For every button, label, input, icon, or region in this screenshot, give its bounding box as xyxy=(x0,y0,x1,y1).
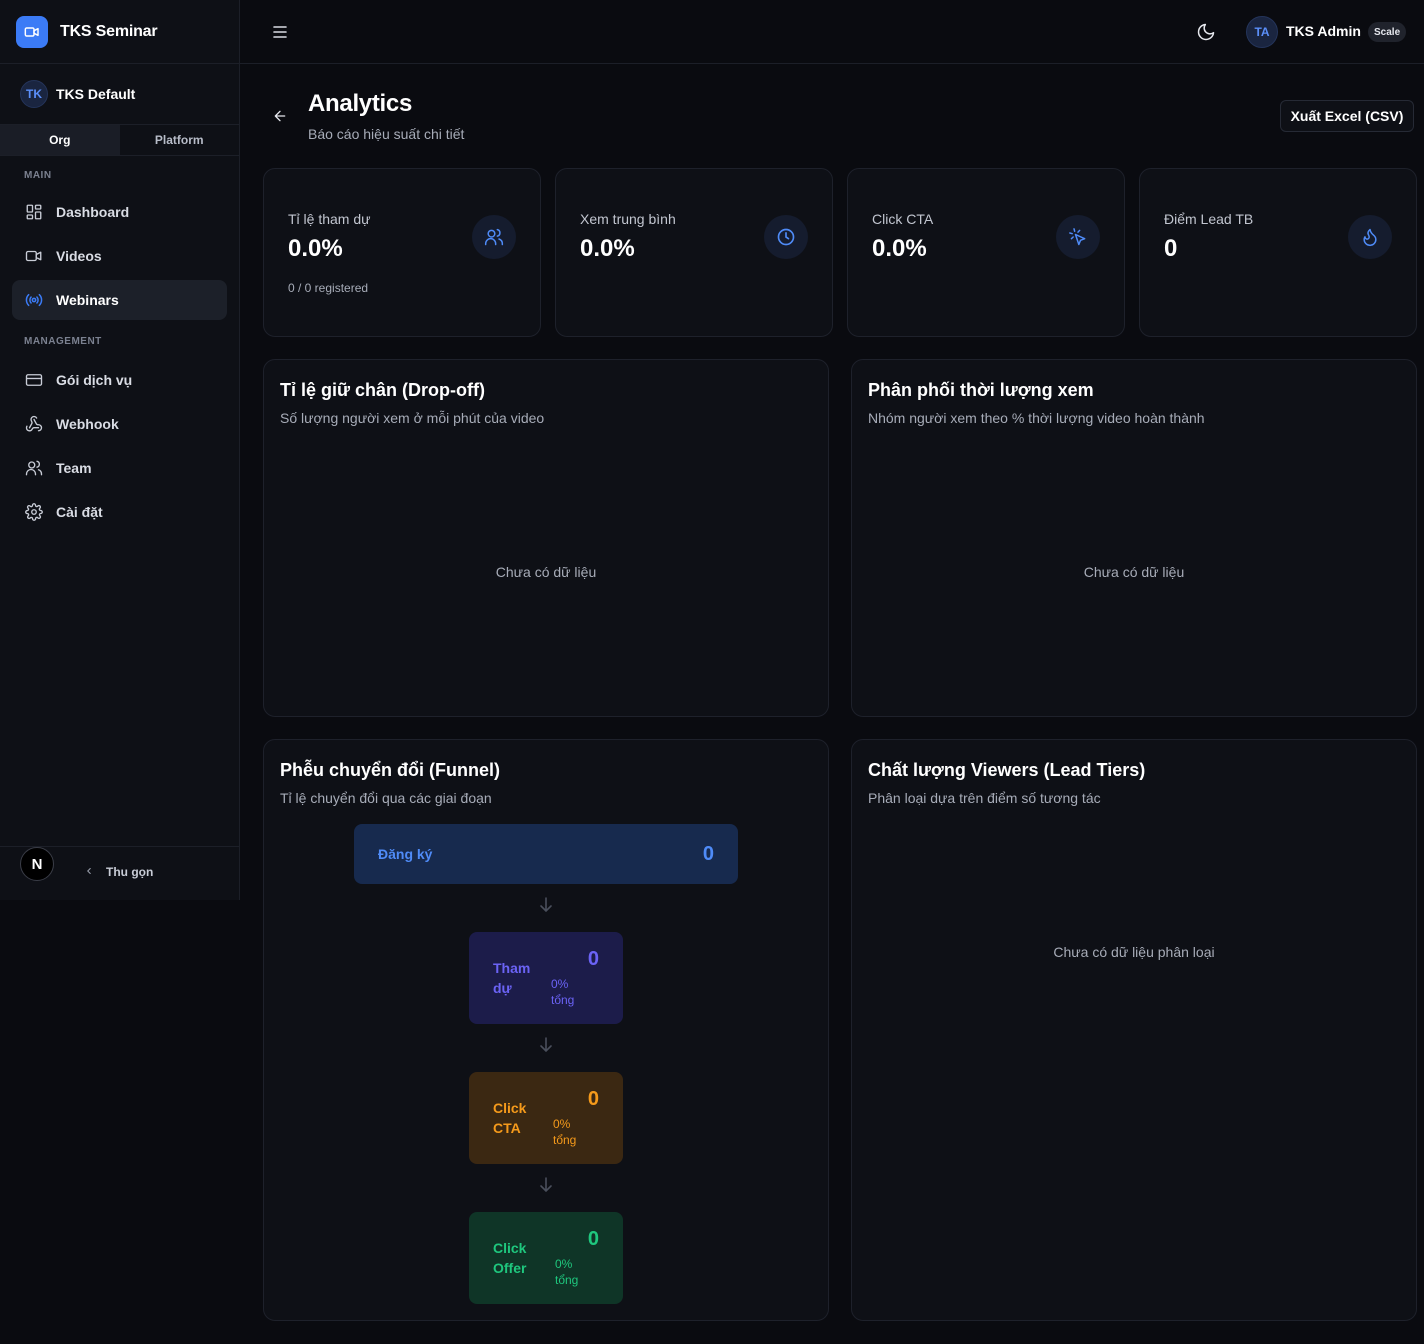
section-label-main: MAIN xyxy=(24,170,52,181)
avatar[interactable]: TA xyxy=(1246,16,1278,48)
sidebar-item-label: Webinars xyxy=(56,292,119,308)
funnel-step-percent: 0% tổng xyxy=(551,977,575,1007)
topbar: TA TKS Admin Scale xyxy=(240,0,1424,64)
sidebar-item-team[interactable]: Team xyxy=(12,448,227,488)
funnel-step-percent: 0% tổng xyxy=(555,1257,579,1287)
brand-name: TKS Seminar xyxy=(60,22,158,40)
brand[interactable]: TKS Seminar xyxy=(0,0,239,64)
arrow-down-icon xyxy=(538,1036,554,1054)
sidebar: TKS Seminar TK TKS Default Org Platform … xyxy=(0,0,240,900)
moon-icon[interactable] xyxy=(1196,22,1216,42)
funnel-step-label: Click CTA xyxy=(493,1100,527,1136)
sidebar-item-webinars[interactable]: Webinars xyxy=(12,280,227,320)
stat-card-lead-score: Điểm Lead TB 0 xyxy=(1139,168,1417,337)
empty-state: Chưa có dữ liệu phân loại xyxy=(1053,944,1215,960)
export-csv-button[interactable]: Xuất Excel (CSV) xyxy=(1280,100,1414,132)
empty-state: Chưa có dữ liệu xyxy=(1083,564,1185,580)
panel-title: Phân phối thời lượng xem xyxy=(868,380,1094,400)
stat-value: 0.0% xyxy=(872,235,927,262)
clock-icon xyxy=(764,215,808,259)
menu-icon[interactable] xyxy=(272,22,288,42)
funnel-step-label: Đăng ký xyxy=(378,846,433,862)
stat-value: 0.0% xyxy=(288,235,343,262)
stat-label: Tỉ lệ tham dự xyxy=(288,211,371,227)
sidebar-item-label: Dashboard xyxy=(56,204,130,220)
stat-value: 0.0% xyxy=(580,235,635,262)
grid-icon xyxy=(24,202,44,222)
video-camera-icon xyxy=(16,15,48,48)
n-logo: N xyxy=(20,847,54,881)
panel-subtitle: Tỉ lệ chuyển đổi qua các giai đoạn xyxy=(280,790,492,806)
credit-card-icon xyxy=(24,370,44,390)
sidebar-item-label: Gói dịch vụ xyxy=(56,372,133,388)
page-subtitle: Báo cáo hiệu suất chi tiết xyxy=(308,126,465,142)
funnel-step-label: Tham dự xyxy=(493,960,531,996)
panel-subtitle: Nhóm người xem theo % thời lượng video h… xyxy=(868,410,1205,426)
funnel-step-value: 0 xyxy=(702,842,714,865)
funnel-step-label: Click Offer xyxy=(493,1240,527,1276)
funnel-step-click-cta: Click CTA 0 0% tổng xyxy=(469,1072,623,1164)
stat-card-avg-watch: Xem trung bình 0.0% xyxy=(555,168,833,337)
sidebar-item-settings[interactable]: Cài đặt xyxy=(12,492,227,532)
flame-icon xyxy=(1348,215,1392,259)
sidebar-item-plans[interactable]: Gói dịch vụ xyxy=(12,360,227,400)
stat-card-click-cta: Click CTA 0.0% xyxy=(847,168,1125,337)
funnel-step-value: 0 xyxy=(587,948,599,970)
webhook-icon xyxy=(24,414,44,434)
arrow-down-icon xyxy=(538,1176,554,1194)
empty-state: Chưa có dữ liệu xyxy=(495,564,597,580)
panel-title: Tỉ lệ giữ chân (Drop-off) xyxy=(280,380,486,400)
tab-platform[interactable]: Platform xyxy=(120,125,240,155)
page-title: Analytics xyxy=(308,90,413,117)
stat-label: Xem trung bình xyxy=(580,211,676,227)
panel-title: Chất lượng Viewers (Lead Tiers) xyxy=(868,760,1146,780)
sidebar-item-label: Videos xyxy=(56,248,102,264)
stat-card-attendance: Tỉ lệ tham dự 0.0% 0 / 0 registered xyxy=(263,168,541,337)
plan-badge: Scale xyxy=(1368,22,1407,42)
org-switcher[interactable]: TK TKS Default xyxy=(0,64,239,124)
funnel-step-registered: Đăng ký 0 xyxy=(354,824,738,884)
section-label-management: MANAGEMENT xyxy=(24,336,102,347)
video-icon xyxy=(24,246,44,266)
stat-value: 0 xyxy=(1164,235,1178,262)
stat-label: Click CTA xyxy=(872,211,934,227)
cursor-click-icon xyxy=(1056,215,1100,259)
org-avatar: TK xyxy=(20,80,48,108)
sidebar-item-webhook[interactable]: Webhook xyxy=(12,404,227,444)
sidebar-item-label: Team xyxy=(56,460,92,476)
panel-title: Phễu chuyển đổi (Funnel) xyxy=(280,760,500,780)
users-icon xyxy=(24,458,44,478)
sidebar-footer: N Thu gọn xyxy=(0,846,239,900)
tab-org[interactable]: Org xyxy=(0,125,120,155)
collapse-button[interactable]: Thu gọn xyxy=(84,865,153,879)
collapse-label: Thu gọn xyxy=(106,865,154,879)
chevron-left-icon xyxy=(84,865,94,879)
panel-subtitle: Số lượng người xem ở mỗi phút của video xyxy=(280,410,545,426)
stat-label: Điểm Lead TB xyxy=(1164,211,1254,227)
panel-subtitle: Phân loại dựa trên điểm số tương tác xyxy=(868,790,1101,806)
funnel-step-value: 0 xyxy=(587,1088,599,1110)
sidebar-item-label: Cài đặt xyxy=(56,504,103,520)
funnel-step-percent: 0% tổng xyxy=(553,1117,577,1147)
panel-lead-tiers: Chất lượng Viewers (Lead Tiers) Phân loạ… xyxy=(851,739,1417,1321)
sidebar-item-videos[interactable]: Videos xyxy=(12,236,227,276)
user-name[interactable]: TKS Admin xyxy=(1286,23,1361,39)
arrow-down-icon xyxy=(538,896,554,914)
users-icon xyxy=(472,215,516,259)
org-name: TKS Default xyxy=(56,86,136,102)
arrow-left-icon[interactable] xyxy=(272,108,288,124)
funnel-step-value: 0 xyxy=(587,1228,599,1250)
scope-tabs: Org Platform xyxy=(0,124,239,156)
panel-watch-distribution: Phân phối thời lượng xem Nhóm người xem … xyxy=(851,359,1417,717)
sidebar-item-dashboard[interactable]: Dashboard xyxy=(12,192,227,232)
stat-note: 0 / 0 registered xyxy=(288,281,369,295)
settings-icon xyxy=(24,502,44,522)
funnel-step-attended: Tham dự 0 0% tổng xyxy=(469,932,623,1024)
sidebar-item-label: Webhook xyxy=(56,416,119,432)
funnel-step-click-offer: Click Offer 0 0% tổng xyxy=(469,1212,623,1304)
panel-dropoff: Tỉ lệ giữ chân (Drop-off) Số lượng người… xyxy=(263,359,829,717)
broadcast-icon xyxy=(24,290,44,310)
